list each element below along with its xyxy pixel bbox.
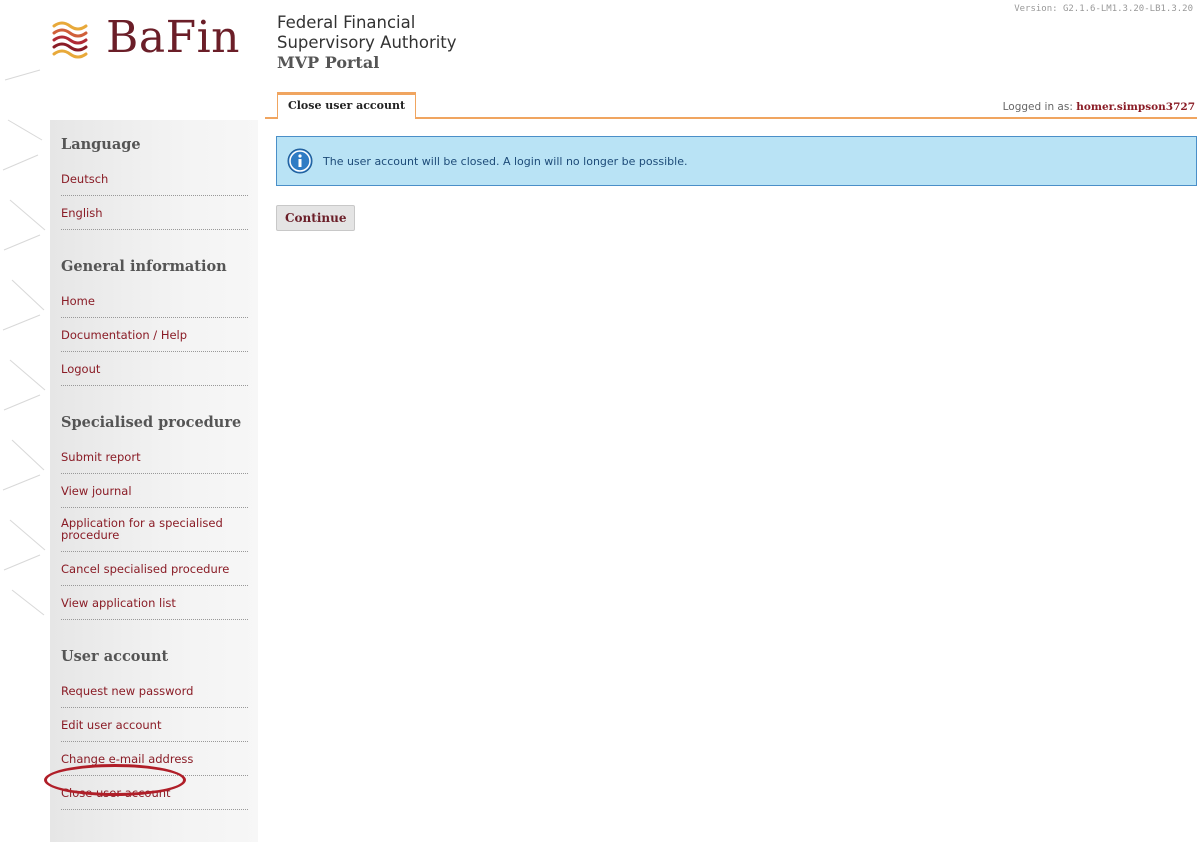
org-line-2: Supervisory Authority <box>277 33 457 52</box>
sidebar-heading-user-account: User account <box>61 648 169 665</box>
logo-text: BaFin <box>106 12 241 63</box>
organization-title: Federal Financial Supervisory Authority … <box>277 13 457 73</box>
sidebar-heading-specialised: Specialised procedure <box>61 414 242 431</box>
sidebar-item-application[interactable]: Application for a specialised procedure <box>61 508 248 552</box>
sidebar-item-cancel-procedure[interactable]: Cancel specialised procedure <box>61 552 248 586</box>
tab-close-user-account[interactable]: Close user account <box>277 92 417 119</box>
portal-name: MVP Portal <box>277 53 380 72</box>
sidebar-item-request-password[interactable]: Request new password <box>61 674 248 708</box>
sidebar-item-change-email[interactable]: Change e-mail address <box>61 742 248 776</box>
version-label: Version: G2.1.6-LM1.3.20-LB1.3.20 <box>1014 4 1193 14</box>
info-message-text: The user account will be closed. A login… <box>323 154 688 168</box>
sidebar-item-edit-account[interactable]: Edit user account <box>61 708 248 742</box>
sidebar-heading-language: Language <box>61 136 141 153</box>
sidebar-item-deutsch[interactable]: Deutsch <box>61 162 248 196</box>
tab-bar: Close user account Logged in as: homer.s… <box>265 92 1197 119</box>
sidebar-item-submit-report[interactable]: Submit report <box>61 440 248 474</box>
continue-button[interactable]: Continue <box>276 205 356 231</box>
sidebar-item-documentation[interactable]: Documentation / Help <box>61 318 248 352</box>
sidebar-item-home[interactable]: Home <box>61 284 248 318</box>
sidebar-item-close-account[interactable]: Close user account <box>61 776 248 810</box>
org-line-1: Federal Financial <box>277 13 416 32</box>
logged-in-username: homer.simpson3727 <box>1076 101 1195 113</box>
sidebar-item-logout[interactable]: Logout <box>61 352 248 386</box>
sidebar-item-english[interactable]: English <box>61 196 248 230</box>
sidebar: Language Deutsch English General informa… <box>50 120 258 842</box>
bafin-waves-icon <box>52 21 88 59</box>
decorative-lines <box>2 69 46 616</box>
logged-in-prefix: Logged in as: <box>1002 101 1073 113</box>
info-message-box: The user account will be closed. A login… <box>276 136 1197 186</box>
sidebar-item-view-journal[interactable]: View journal <box>61 474 248 508</box>
sidebar-item-application-list[interactable]: View application list <box>61 586 248 620</box>
info-icon <box>287 148 313 174</box>
sidebar-heading-general: General information <box>61 258 227 275</box>
logged-in-status: Logged in as: homer.simpson3727 <box>1003 101 1195 113</box>
bafin-logo[interactable]: BaFin <box>48 14 240 62</box>
